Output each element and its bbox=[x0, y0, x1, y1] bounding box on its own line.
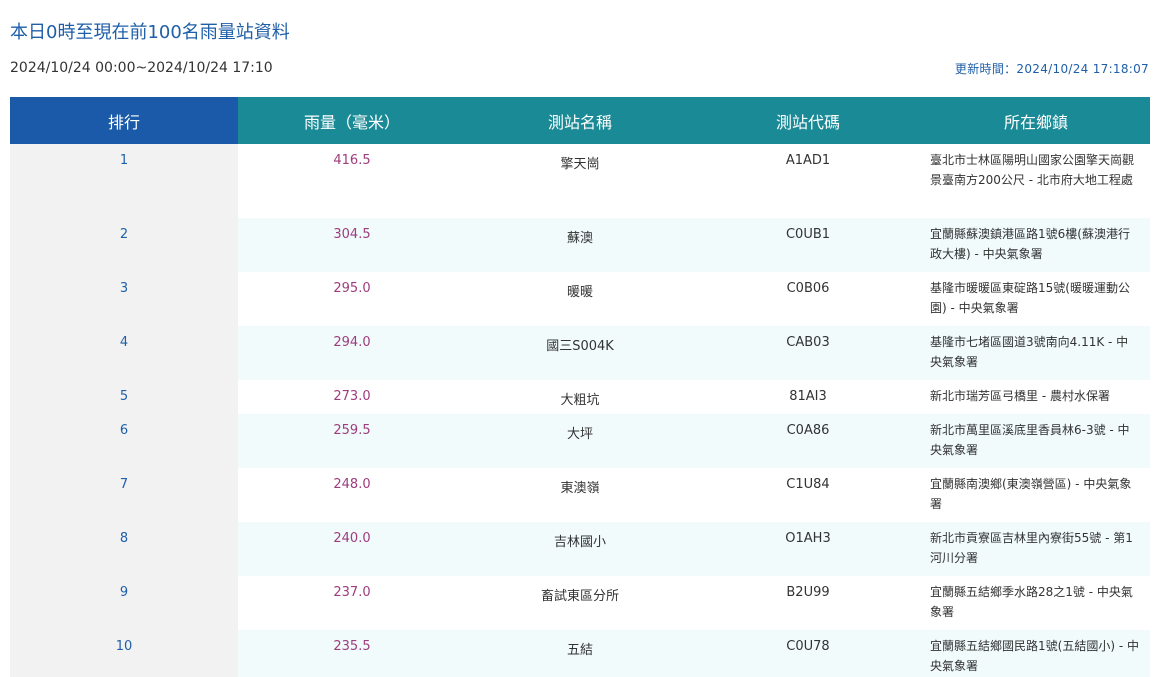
rank-cell: 5 bbox=[10, 380, 238, 414]
station-name-cell[interactable]: 大坪 bbox=[466, 414, 694, 468]
header-rainfall[interactable]: 雨量（毫米） bbox=[238, 97, 466, 144]
rainfall-cell: 304.5 bbox=[238, 218, 466, 272]
header-location[interactable]: 所在鄉鎮 bbox=[922, 97, 1150, 144]
table-row: 10 235.5 五結 C0U78 宜蘭縣五結鄉國民路1號(五結國小) - 中央… bbox=[10, 630, 1150, 677]
rainfall-cell: 273.0 bbox=[238, 380, 466, 414]
rainfall-cell: 235.5 bbox=[238, 630, 466, 677]
station-code-cell: C0UB1 bbox=[694, 218, 922, 272]
rank-cell: 9 bbox=[10, 576, 238, 630]
rank-cell: 6 bbox=[10, 414, 238, 468]
rank-cell: 3 bbox=[10, 272, 238, 326]
header-station-code[interactable]: 測站代碼 bbox=[694, 97, 922, 144]
time-range: 2024/10/24 00:00~2024/10/24 17:10 bbox=[10, 60, 273, 76]
station-code-cell: C0A86 bbox=[694, 414, 922, 468]
rainfall-cell: 295.0 bbox=[238, 272, 466, 326]
station-code-cell: C0U78 bbox=[694, 630, 922, 677]
rainfall-cell: 237.0 bbox=[238, 576, 466, 630]
location-cell: 新北市貢寮區吉林里內寮街55號 - 第1河川分署 bbox=[922, 522, 1150, 576]
location-cell: 宜蘭縣蘇澳鎮港區路1號6樓(蘇澳港行政大樓) - 中央氣象署 bbox=[922, 218, 1150, 272]
rank-cell: 2 bbox=[10, 218, 238, 272]
rank-cell: 4 bbox=[10, 326, 238, 380]
location-cell: 宜蘭縣南澳鄉(東澳嶺營區) - 中央氣象署 bbox=[922, 468, 1150, 522]
table-row: 4 294.0 國三S004K CAB03 基隆市七堵區國道3號南向4.11K … bbox=[10, 326, 1150, 380]
table-row: 1 416.5 擎天崗 A1AD1 臺北市士林區陽明山國家公園擎天崗觀景臺南方2… bbox=[10, 144, 1150, 218]
rainfall-ranking-page: 本日0時至現在前100名雨量站資料 2024/10/24 00:00~2024/… bbox=[0, 0, 1159, 677]
rainfall-cell: 240.0 bbox=[238, 522, 466, 576]
station-code-cell: CAB03 bbox=[694, 326, 922, 380]
table-row: 3 295.0 暖暖 C0B06 基隆市暖暖區東碇路15號(暖暖運動公園) - … bbox=[10, 272, 1150, 326]
header-station-name[interactable]: 測站名稱 bbox=[466, 97, 694, 144]
rainfall-cell: 294.0 bbox=[238, 326, 466, 380]
table-row: 2 304.5 蘇澳 C0UB1 宜蘭縣蘇澳鎮港區路1號6樓(蘇澳港行政大樓) … bbox=[10, 218, 1150, 272]
station-name-cell[interactable]: 國三S004K bbox=[466, 326, 694, 380]
location-cell: 宜蘭縣五結鄉國民路1號(五結國小) - 中央氣象署 bbox=[922, 630, 1150, 677]
station-name-cell[interactable]: 大粗坑 bbox=[466, 380, 694, 414]
station-name-cell[interactable]: 畜試東區分所 bbox=[466, 576, 694, 630]
station-code-cell: O1AH3 bbox=[694, 522, 922, 576]
station-code-cell: C0B06 bbox=[694, 272, 922, 326]
location-cell: 臺北市士林區陽明山國家公園擎天崗觀景臺南方200公尺 - 北市府大地工程處 bbox=[922, 144, 1150, 218]
table-row: 7 248.0 東澳嶺 C1U84 宜蘭縣南澳鄉(東澳嶺營區) - 中央氣象署 bbox=[10, 468, 1150, 522]
station-name-cell[interactable]: 擎天崗 bbox=[466, 144, 694, 218]
station-name-cell[interactable]: 東澳嶺 bbox=[466, 468, 694, 522]
station-name-cell[interactable]: 五結 bbox=[466, 630, 694, 677]
station-code-cell: C1U84 bbox=[694, 468, 922, 522]
location-cell: 宜蘭縣五結鄉季水路28之1號 - 中央氣象署 bbox=[922, 576, 1150, 630]
table-row: 8 240.0 吉林國小 O1AH3 新北市貢寮區吉林里內寮街55號 - 第1河… bbox=[10, 522, 1150, 576]
location-cell: 基隆市暖暖區東碇路15號(暖暖運動公園) - 中央氣象署 bbox=[922, 272, 1150, 326]
station-name-cell[interactable]: 蘇澳 bbox=[466, 218, 694, 272]
rainfall-cell: 248.0 bbox=[238, 468, 466, 522]
station-code-cell: B2U99 bbox=[694, 576, 922, 630]
station-name-cell[interactable]: 暖暖 bbox=[466, 272, 694, 326]
station-code-cell: 81AI3 bbox=[694, 380, 922, 414]
location-cell: 新北市萬里區溪底里香員林6-3號 - 中央氣象署 bbox=[922, 414, 1150, 468]
location-cell: 基隆市七堵區國道3號南向4.11K - 中央氣象署 bbox=[922, 326, 1150, 380]
rank-cell: 1 bbox=[10, 144, 238, 218]
rainfall-table: 排行 雨量（毫米） 測站名稱 測站代碼 所在鄉鎮 1 416.5 擎天崗 A1A… bbox=[10, 97, 1150, 677]
header-rank[interactable]: 排行 bbox=[10, 97, 238, 144]
rank-cell: 10 bbox=[10, 630, 238, 677]
update-time: 更新時間：2024/10/24 17:18:07 bbox=[954, 62, 1149, 76]
rank-cell: 8 bbox=[10, 522, 238, 576]
rainfall-cell: 259.5 bbox=[238, 414, 466, 468]
table-row: 6 259.5 大坪 C0A86 新北市萬里區溪底里香員林6-3號 - 中央氣象… bbox=[10, 414, 1150, 468]
station-code-cell: A1AD1 bbox=[694, 144, 922, 218]
page-title: 本日0時至現在前100名雨量站資料 bbox=[10, 22, 290, 43]
table-row: 9 237.0 畜試東區分所 B2U99 宜蘭縣五結鄉季水路28之1號 - 中央… bbox=[10, 576, 1150, 630]
table-row: 5 273.0 大粗坑 81AI3 新北市瑞芳區弓橋里 - 農村水保署 bbox=[10, 380, 1150, 414]
rainfall-cell: 416.5 bbox=[238, 144, 466, 218]
table-header-row: 排行 雨量（毫米） 測站名稱 測站代碼 所在鄉鎮 bbox=[10, 97, 1150, 144]
station-name-cell[interactable]: 吉林國小 bbox=[466, 522, 694, 576]
rank-cell: 7 bbox=[10, 468, 238, 522]
location-cell: 新北市瑞芳區弓橋里 - 農村水保署 bbox=[922, 380, 1150, 414]
